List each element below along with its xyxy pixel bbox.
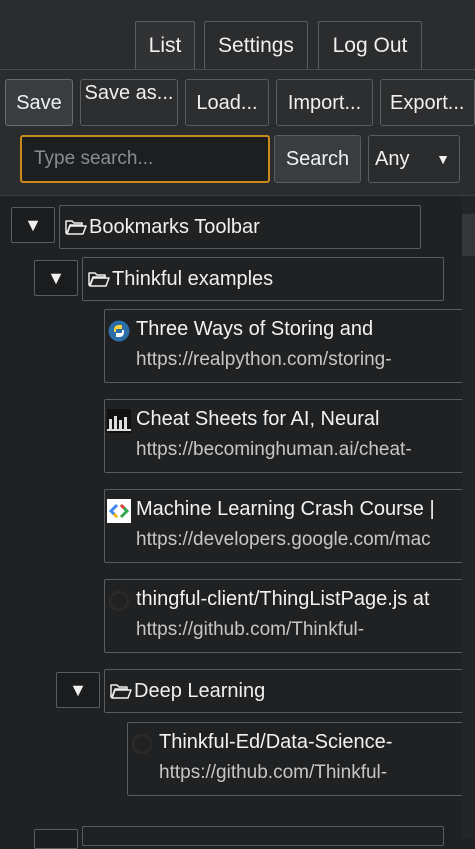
- bookmark-url: https://realpython.com/storing-: [136, 349, 392, 370]
- bookmark-item[interactable]: Machine Learning Crash Course | https://…: [104, 489, 475, 563]
- folder-open-icon: [65, 220, 87, 235]
- bookmark-url: https://github.com/Thinkful-: [136, 619, 365, 640]
- tab-divider: [0, 69, 475, 70]
- bookmark-title: Three Ways of Storing and: [136, 318, 374, 340]
- bookmark-url: https://becominghuman.ai/cheat-: [136, 439, 412, 460]
- bookmark-item[interactable]: Cheat Sheets for AI, Neural https://beco…: [104, 399, 475, 473]
- folder-bookmarks-toolbar[interactable]: Bookmarks Toolbar: [59, 205, 421, 249]
- folder-next[interactable]: [82, 826, 444, 846]
- folder-label: Deep Learning: [134, 679, 266, 702]
- tab-list[interactable]: List: [135, 21, 195, 69]
- thinkful-toggle[interactable]: ▼: [34, 260, 78, 296]
- bookmark-title: Cheat Sheets for AI, Neural: [136, 408, 380, 430]
- chevron-down-icon: ▼: [436, 151, 450, 167]
- bookmark-item[interactable]: thingful-client/ThingListPage.js at http…: [104, 579, 475, 653]
- bookmark-url: https://developers.google.com/mac: [136, 529, 431, 550]
- load-button[interactable]: Load...: [185, 79, 269, 126]
- filter-select[interactable]: Any ▼: [368, 135, 460, 183]
- save-button[interactable]: Save: [5, 79, 73, 126]
- bookmark-item[interactable]: Three Ways of Storing and https://realpy…: [104, 309, 475, 383]
- tab-settings[interactable]: Settings: [204, 21, 308, 69]
- python-icon: [107, 319, 131, 343]
- scroll-thumb[interactable]: [462, 214, 475, 256]
- save-as-button[interactable]: Save as...: [80, 79, 178, 126]
- bookmark-title: thingful-client/ThingListPage.js at: [136, 588, 430, 610]
- folder-open-icon: [110, 684, 132, 699]
- export-button[interactable]: Export...: [380, 79, 475, 126]
- tab-log-out[interactable]: Log Out: [318, 21, 422, 69]
- filter-select-value: Any: [375, 147, 410, 170]
- folder-label: Bookmarks Toolbar: [89, 215, 260, 238]
- root-toggle[interactable]: ▼: [11, 207, 55, 243]
- header: List Settings Log Out Save Save as... Lo…: [0, 0, 475, 196]
- bookmark-url: https://github.com/Thinkful-: [159, 762, 388, 783]
- folder-deep-learning[interactable]: Deep Learning: [104, 669, 475, 713]
- folder-open-icon: [88, 272, 110, 287]
- bookmark-title: Thinkful-Ed/Data-Science-: [159, 731, 393, 753]
- bookmark-item[interactable]: Thinkful-Ed/Data-Science- https://github…: [127, 722, 475, 796]
- github-icon: [130, 732, 154, 756]
- google-developers-icon: [107, 499, 131, 523]
- folder-thinkful-examples[interactable]: Thinkful examples: [82, 257, 444, 301]
- becominghuman-icon: [107, 409, 131, 433]
- scrollbar[interactable]: [462, 196, 475, 838]
- folder-label: Thinkful examples: [112, 267, 274, 290]
- next-toggle[interactable]: [34, 829, 78, 849]
- deep-learning-toggle[interactable]: ▼: [56, 672, 100, 708]
- search-input[interactable]: [20, 135, 270, 183]
- github-icon: [107, 589, 131, 613]
- import-button[interactable]: Import...: [276, 79, 373, 126]
- bookmark-title: Machine Learning Crash Course |: [136, 498, 435, 520]
- search-button[interactable]: Search: [274, 135, 361, 183]
